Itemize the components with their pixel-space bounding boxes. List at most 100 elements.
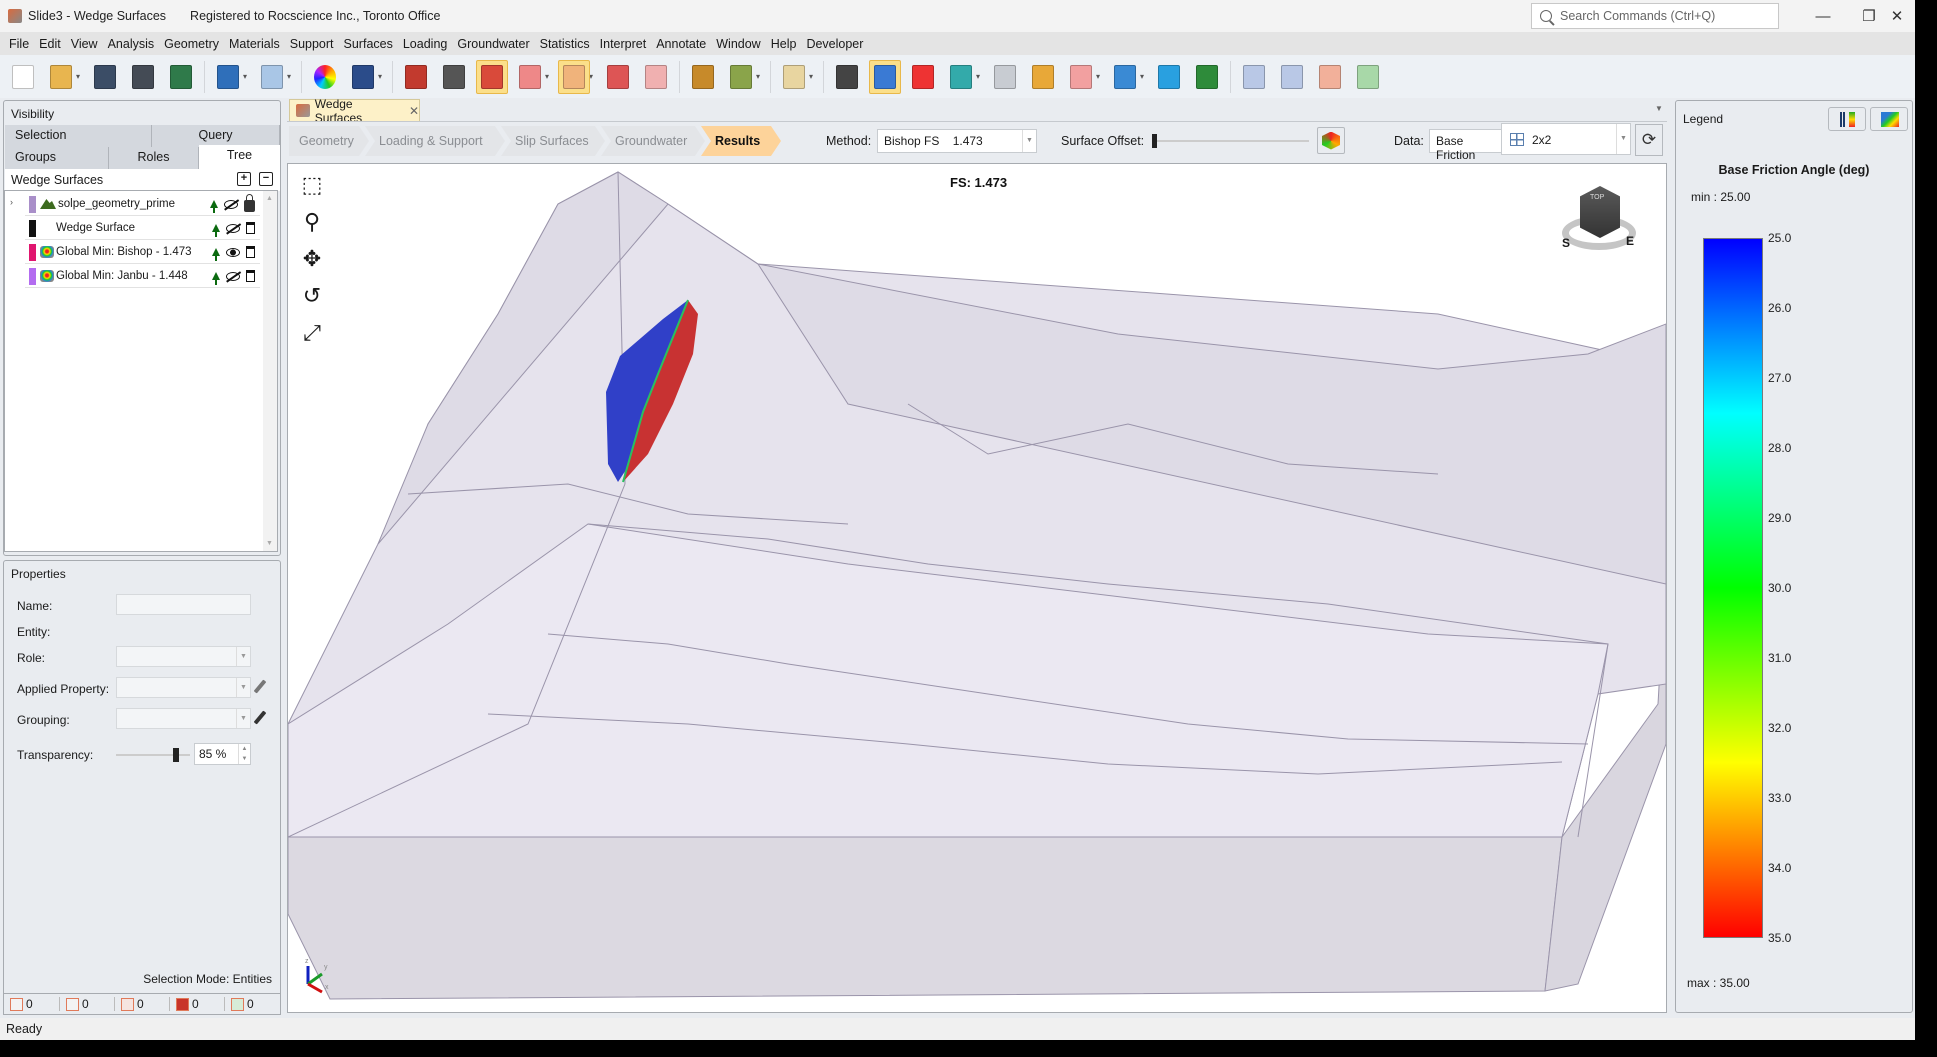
legend-color-button[interactable] [1870, 107, 1908, 131]
edit-property-pencil-icon[interactable] [253, 679, 267, 694]
surface-offset-slider-thumb[interactable] [1152, 134, 1157, 148]
edit-surface-button[interactable] [831, 60, 863, 94]
chevron-down-icon[interactable]: ▾ [76, 72, 84, 81]
chevron-down-icon[interactable]: ▾ [1096, 72, 1104, 81]
zoom-window-icon[interactable]: ⬚ [298, 172, 326, 200]
undo-button[interactable] [212, 60, 244, 94]
slope-support-button[interactable] [778, 60, 810, 94]
lock-icon[interactable] [244, 194, 255, 212]
tree-item[interactable]: Wedge Surface [25, 217, 260, 240]
tab-overflow-icon[interactable]: ▼ [1655, 104, 1663, 113]
cube-face-top[interactable]: TOP [1590, 194, 1604, 201]
eye-off-icon[interactable] [226, 271, 240, 281]
spin-arrows-icon[interactable]: ▲ ▼ [238, 744, 250, 764]
lock-selection-button[interactable] [602, 60, 634, 94]
solid-view-button[interactable] [476, 59, 508, 94]
close-window-button[interactable]: ✕ [1874, 0, 1920, 32]
tree-scrollbar[interactable]: ▲ ▼ [263, 191, 277, 551]
scatter-points-button[interactable] [1109, 60, 1141, 94]
tab-tree[interactable]: Tree [199, 145, 280, 169]
clear-selection-button[interactable] [640, 60, 672, 94]
menu-groundwater[interactable]: Groundwater [452, 37, 534, 51]
color-wheel-button[interactable] [309, 60, 341, 94]
menu-interpret[interactable]: Interpret [595, 37, 652, 51]
transparency-slider-thumb[interactable] [172, 748, 179, 762]
move-up-icon[interactable] [212, 272, 220, 285]
camera-view-button[interactable] [989, 60, 1021, 94]
trash-icon[interactable] [246, 222, 255, 234]
chevron-down-icon[interactable]: ▾ [809, 72, 817, 81]
tab-query[interactable]: Query [152, 125, 280, 147]
applied-property-select[interactable]: ▼ [116, 677, 251, 698]
data-select[interactable]: Base Friction [1429, 129, 1504, 162]
chevron-down-icon[interactable]: ▾ [976, 72, 984, 81]
close-tab-icon[interactable]: ✕ [409, 104, 419, 118]
rotate-icon[interactable]: ↺ [298, 283, 326, 311]
scroll-down-icon[interactable]: ▼ [266, 540, 273, 547]
chevron-down-icon[interactable]: ▾ [545, 72, 553, 81]
layer-color-swatch[interactable] [29, 267, 36, 285]
chevron-down-icon[interactable]: ▾ [378, 72, 386, 81]
print-button[interactable] [127, 60, 159, 94]
menu-geometry[interactable]: Geometry [159, 37, 224, 51]
menu-developer[interactable]: Developer [801, 37, 868, 51]
tab-groups[interactable]: Groups [5, 147, 109, 169]
cumulative-plot-button[interactable] [1314, 60, 1346, 94]
menu-window[interactable]: Window [711, 37, 765, 51]
3d-viewport[interactable]: FS: 1.473 ⬚ ⚲ ✥ ↺ ⤢ TOP S E z y x [287, 163, 1667, 1013]
scroll-up-icon[interactable]: ▲ [266, 195, 273, 202]
refresh-button[interactable]: ⟳ [1635, 124, 1663, 156]
workflow-step-results[interactable]: Results [701, 126, 781, 156]
redo-button[interactable] [256, 60, 288, 94]
surface-offset-slider[interactable] [1152, 134, 1309, 148]
background-image-button[interactable] [347, 60, 379, 94]
histogram-button[interactable] [1238, 60, 1270, 94]
minimize-button[interactable]: — [1800, 0, 1846, 32]
eye-off-icon[interactable] [224, 199, 238, 209]
contour-map-button[interactable] [1153, 60, 1185, 94]
wireframe-view-button[interactable] [514, 60, 546, 94]
workflow-step-groundwater[interactable]: Groundwater [601, 126, 705, 156]
pan-icon[interactable]: ✥ [298, 246, 326, 274]
layout-select[interactable]: 2x2 ▼ [1501, 123, 1631, 155]
cross-plot-button[interactable] [1352, 60, 1384, 94]
trash-icon[interactable] [246, 246, 255, 258]
compass-south[interactable]: S [1562, 236, 1570, 250]
contour-settings-button[interactable] [1317, 127, 1345, 154]
layer-color-swatch[interactable] [29, 243, 36, 261]
menu-analysis[interactable]: Analysis [103, 37, 160, 51]
role-select[interactable]: ▼ [116, 646, 251, 667]
menu-annotate[interactable]: Annotate [651, 37, 711, 51]
chevron-down-icon[interactable]: ▾ [243, 72, 251, 81]
workflow-step-loading-support[interactable]: Loading & Support [365, 126, 505, 156]
name-field[interactable] [116, 594, 251, 615]
menu-support[interactable]: Support [285, 37, 339, 51]
new-file-button[interactable] [7, 60, 39, 94]
workflow-step-slip-surfaces[interactable]: Slip Surfaces [501, 126, 605, 156]
search-commands-input[interactable]: Search Commands (Ctrl+Q) [1531, 3, 1779, 29]
transparency-spinbox[interactable]: 85 % ▲ ▼ [194, 743, 251, 765]
tree-item[interactable]: › solpe_geometry_prime [10, 193, 260, 216]
section-plane-button[interactable] [945, 60, 977, 94]
report-button[interactable] [165, 60, 197, 94]
menu-help[interactable]: Help [766, 37, 802, 51]
collapse-all-icon[interactable]: − [259, 172, 273, 186]
layer-color-swatch[interactable] [29, 195, 36, 213]
menu-edit[interactable]: Edit [34, 37, 66, 51]
expand-all-icon[interactable]: + [237, 172, 251, 186]
move-up-icon[interactable] [210, 200, 218, 213]
layer-color-swatch[interactable] [29, 219, 36, 237]
chevron-down-icon[interactable]: ▾ [589, 72, 597, 81]
expand-arrow-icon[interactable]: › [10, 197, 13, 207]
open-folder-button[interactable] [45, 60, 77, 94]
calculator-button[interactable] [438, 60, 470, 94]
eye-icon[interactable] [226, 247, 240, 257]
wedge-surfaces-button[interactable] [869, 59, 901, 94]
menu-statistics[interactable]: Statistics [535, 37, 595, 51]
tab-roles[interactable]: Roles [109, 147, 199, 169]
anchor-button[interactable] [1065, 60, 1097, 94]
tree-item[interactable]: Global Min: Bishop - 1.473 [25, 241, 260, 264]
select-box-button[interactable] [558, 59, 590, 94]
chevron-down-icon[interactable]: ▾ [1140, 72, 1148, 81]
stratigraphy-button[interactable] [1027, 60, 1059, 94]
